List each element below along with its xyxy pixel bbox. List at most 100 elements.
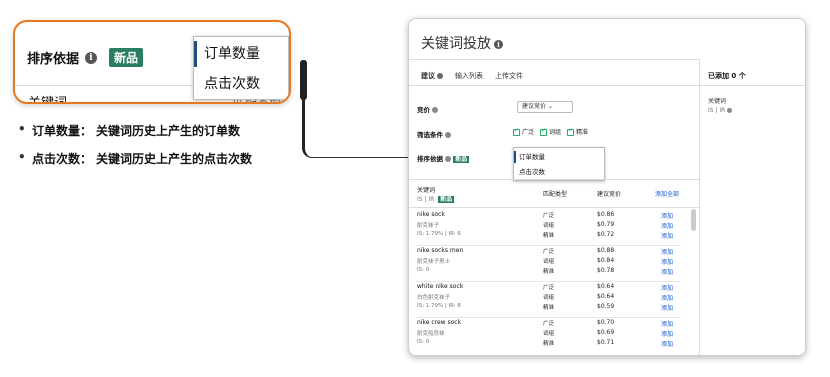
sort-row: 排序依据 i 新品 bbox=[27, 48, 144, 67]
add-link[interactable]: 添加 bbox=[661, 211, 673, 220]
suggested-bid: $0.69 bbox=[597, 329, 615, 336]
suggested-bid: $0.70 bbox=[597, 319, 615, 326]
col-match-type: 匹配类型 bbox=[543, 191, 568, 198]
add-link[interactable]: 添加 bbox=[661, 247, 673, 256]
suggested-bid: $0.78 bbox=[597, 267, 615, 274]
col-keyword: 关键词 bbox=[417, 187, 436, 194]
keyword-translation: 耐克袜子 bbox=[417, 223, 440, 229]
keyword-stats: IS: 1.79% | IR: 6 bbox=[417, 231, 461, 237]
checkbox-icon bbox=[540, 127, 548, 136]
added-count: 已添加 0 个 bbox=[708, 72, 746, 80]
add-link[interactable]: 添加 bbox=[661, 283, 673, 292]
suggested-bid: $0.64 bbox=[597, 283, 615, 290]
menu-option-orders[interactable]: 订单数量 bbox=[194, 41, 288, 67]
match-type: 词组 bbox=[543, 331, 555, 337]
new-badge: 新品 bbox=[109, 48, 144, 67]
add-link[interactable]: 添加 bbox=[661, 329, 673, 338]
suggested-bid: $0.72 bbox=[597, 231, 615, 238]
divider bbox=[700, 85, 805, 86]
match-type: 词组 bbox=[543, 223, 555, 229]
bullet-term: 订单数量： bbox=[32, 124, 93, 138]
sidebar-keyword-label: 关键词 bbox=[708, 98, 727, 105]
menu-option-clicks[interactable]: 点击次数 bbox=[194, 71, 288, 97]
col-suggested-bid: 建议竞价 bbox=[597, 191, 622, 198]
bullet-desc: 关键词历史上产生的点击次数 bbox=[96, 152, 253, 166]
match-type: 词组 bbox=[543, 295, 555, 301]
col-keyword-sub: IS | IR 新品 bbox=[417, 194, 455, 203]
added-keywords-sidebar: 已添加 0 个 关键词 IS | IR bbox=[699, 59, 805, 355]
row-divider bbox=[415, 245, 681, 246]
tab-bar: 建议 输入列表 上传文件 bbox=[421, 71, 523, 81]
panel-title: 关键词投放 i bbox=[421, 33, 503, 53]
add-link[interactable]: 添加 bbox=[661, 293, 673, 302]
match-type: 广泛 bbox=[543, 285, 555, 291]
checkbox-icon bbox=[567, 127, 575, 136]
list-item: • 订单数量： 关键词历史上产生的订单数 bbox=[18, 122, 252, 150]
keyword-targeting-panel: 关键词投放i 建议 输入列表 上传文件 竞价 建议竞价 ⌄ 筛选条件 广泛 词组… bbox=[408, 18, 806, 356]
sort-dropdown-menu[interactable]: 订单数量 点击次数 bbox=[513, 147, 605, 181]
match-type: 广泛 bbox=[543, 321, 555, 327]
tab-enter-list[interactable]: 输入列表 bbox=[455, 71, 483, 81]
keyword-name: white nike sock bbox=[417, 283, 464, 290]
info-icon[interactable]: i bbox=[85, 51, 98, 64]
sidebar-keyword-sub-text: IS | IR bbox=[708, 107, 726, 114]
add-link[interactable]: 添加 bbox=[661, 221, 673, 230]
filter-exact[interactable]: 精准 bbox=[567, 127, 588, 136]
chevron-down-icon: ⌄ bbox=[547, 103, 553, 110]
filter-label: 词组 bbox=[549, 129, 562, 136]
filter-broad[interactable]: 广泛 bbox=[513, 127, 534, 136]
tab-label: 建议 bbox=[421, 72, 435, 80]
row-divider bbox=[415, 317, 681, 318]
add-link[interactable]: 添加 bbox=[661, 319, 673, 328]
keyword-name: nike crew sock bbox=[417, 319, 462, 326]
match-type: 广泛 bbox=[543, 249, 555, 255]
sort-label-text: 排序依据 bbox=[417, 155, 443, 163]
menu-option-clicks[interactable]: 点击次数 bbox=[514, 166, 604, 178]
add-link[interactable]: 添加 bbox=[661, 257, 673, 266]
col-keyword-sub-text: IS | IR bbox=[417, 196, 435, 203]
new-badge: 新品 bbox=[438, 196, 455, 203]
zoomed-sort-card: 排序依据 i 新品 关键词 匹配类型 订单数量 点击次数 bbox=[13, 20, 291, 104]
add-link[interactable]: 添加 bbox=[661, 267, 673, 276]
add-link[interactable]: 添加 bbox=[661, 339, 673, 348]
keyword-stats: IS: 0 bbox=[417, 267, 430, 273]
info-icon bbox=[445, 156, 452, 162]
info-icon bbox=[727, 108, 733, 113]
keyword-translation: 耐克船员袜 bbox=[417, 331, 445, 337]
table-row: nike sock 耐克袜子 IS: 1.79% | IR: 6 广泛 词组 精… bbox=[415, 211, 695, 247]
sidebar-keyword-header: 关键词 IS | IR bbox=[708, 97, 733, 115]
suggested-bid: $0.88 bbox=[597, 247, 615, 254]
filter-label: 精准 bbox=[576, 129, 589, 136]
bid-select[interactable]: 建议竞价 ⌄ bbox=[517, 101, 573, 113]
match-type: 词组 bbox=[543, 259, 555, 265]
bullet-term: 点击次数： bbox=[32, 152, 93, 166]
divider bbox=[409, 179, 699, 180]
tab-upload-file[interactable]: 上传文件 bbox=[495, 71, 523, 81]
info-icon bbox=[437, 73, 443, 79]
suggested-bid: $0.86 bbox=[597, 211, 615, 218]
add-all-link[interactable]: 添加全部 bbox=[655, 189, 679, 198]
sort-label: 排序依据 新品 bbox=[417, 153, 470, 163]
explanation-list: • 订单数量： 关键词历史上产生的订单数 • 点击次数： 关键词历史上产生的点击… bbox=[18, 122, 252, 178]
keyword-stats: IS: 0 bbox=[417, 339, 430, 345]
tab-suggested[interactable]: 建议 bbox=[421, 71, 443, 81]
keyword-name: nike sock bbox=[417, 211, 445, 218]
filter-label: 筛选条件 bbox=[417, 129, 452, 139]
add-link[interactable]: 添加 bbox=[661, 231, 673, 240]
divider bbox=[409, 207, 699, 208]
keyword-header: 关键词 bbox=[28, 96, 68, 104]
match-type-filters: 广泛 词组 精准 bbox=[513, 127, 588, 136]
sidebar-keyword-sub: IS | IR bbox=[708, 106, 733, 115]
menu-option-orders[interactable]: 订单数量 bbox=[514, 151, 604, 163]
info-icon[interactable]: i bbox=[494, 39, 503, 49]
suggested-bid: $0.79 bbox=[597, 221, 615, 228]
divider bbox=[409, 85, 699, 86]
add-link[interactable]: 添加 bbox=[661, 303, 673, 312]
info-icon bbox=[432, 107, 439, 113]
suggested-bid: $0.64 bbox=[597, 293, 615, 300]
match-type: 精准 bbox=[543, 341, 555, 347]
bullet-dot: • bbox=[18, 150, 26, 164]
filter-phrase[interactable]: 词组 bbox=[540, 127, 561, 136]
match-type: 精准 bbox=[543, 233, 555, 239]
sort-dropdown-menu[interactable]: 订单数量 点击次数 bbox=[193, 36, 289, 100]
